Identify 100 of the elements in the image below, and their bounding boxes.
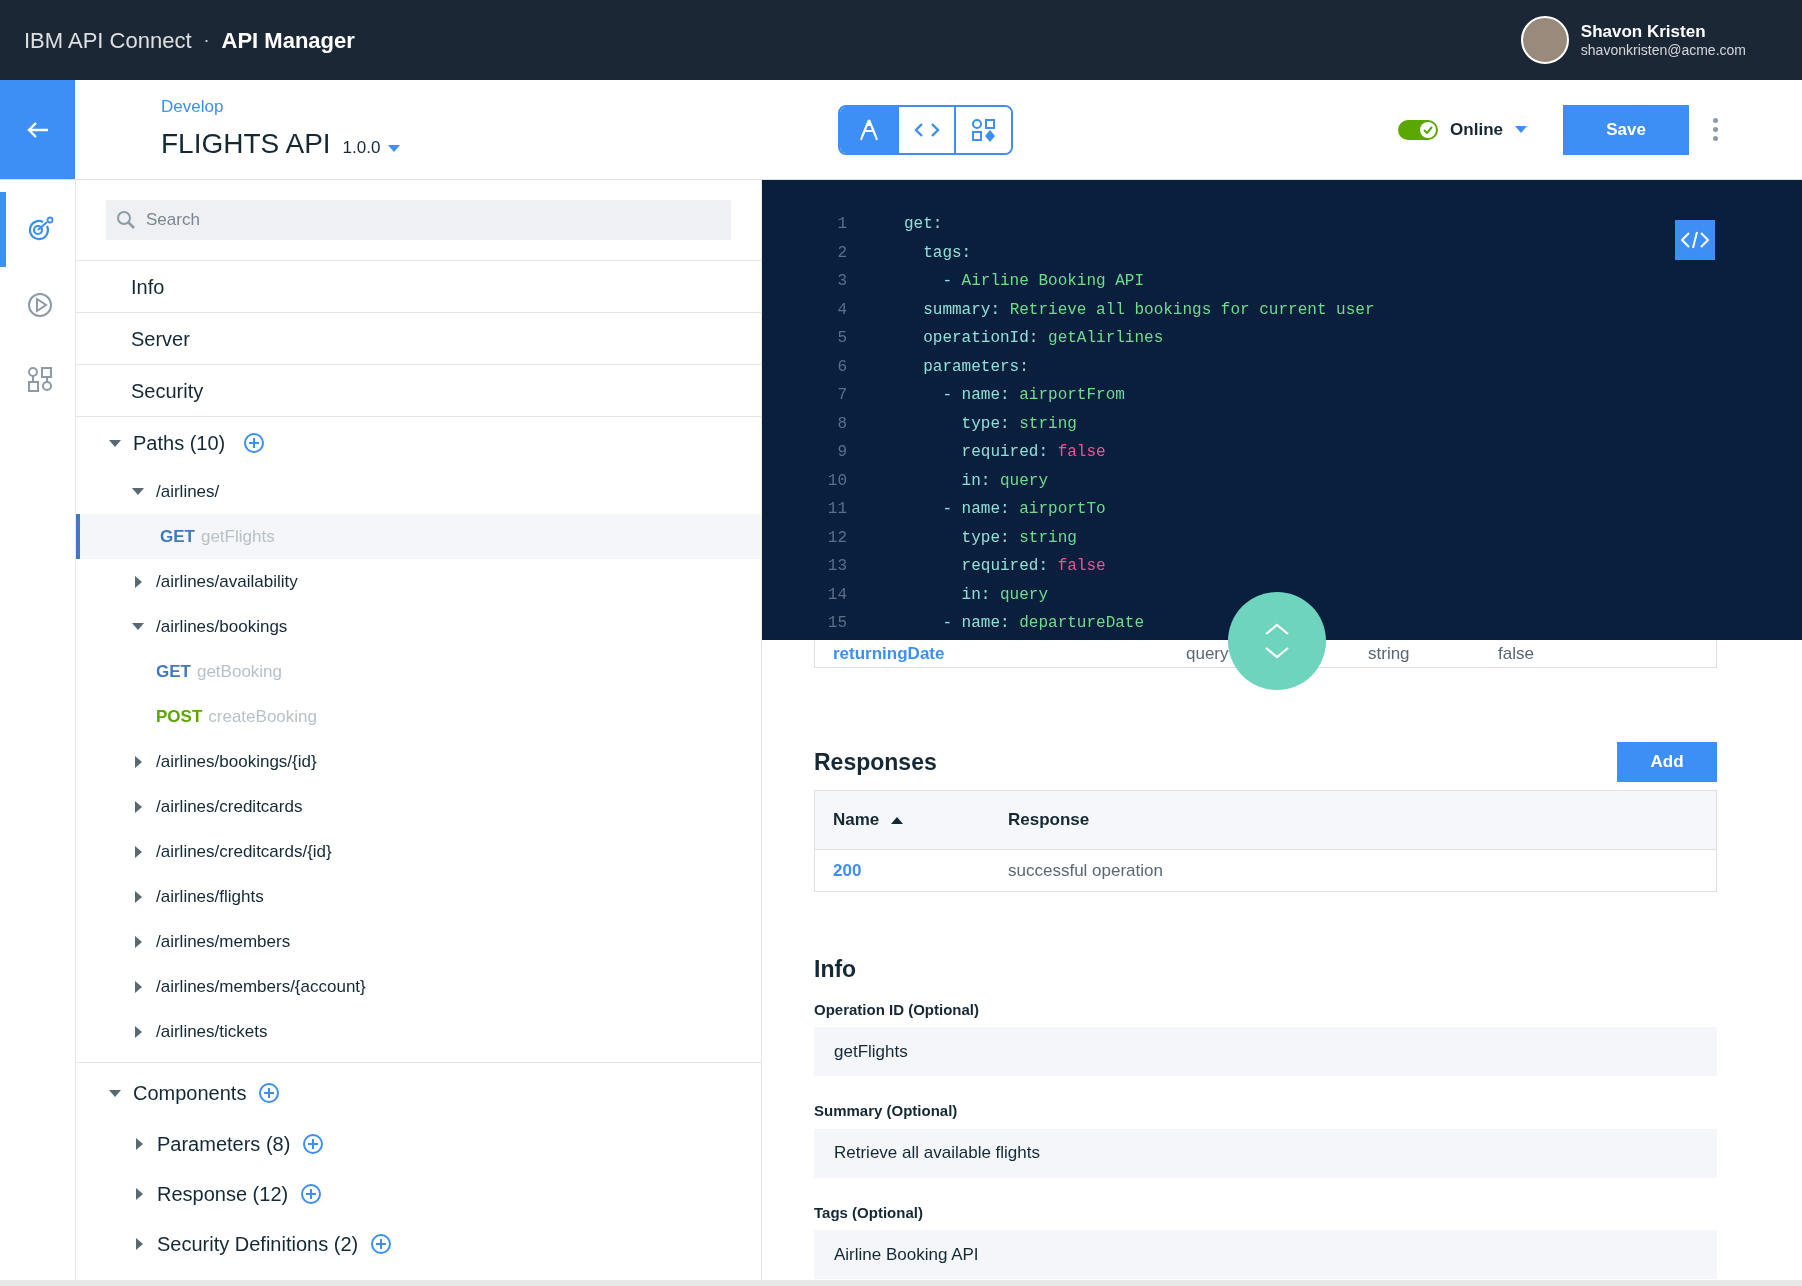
view-mode-tab[interactable] (840, 107, 897, 153)
add-icon[interactable] (302, 1133, 325, 1155)
field-label: Operation ID (Optional) (814, 999, 980, 1020)
code-line: summary: Retrieve all bookings for current user (922, 299, 1375, 321)
nav-section-item[interactable]: Server (76, 313, 761, 365)
title-separator: · (203, 28, 210, 52)
collapsed-caret-icon[interactable] (132, 1025, 144, 1038)
code-icon (1681, 231, 1709, 249)
path-item[interactable]: /airlines/availability (156, 568, 298, 595)
code-line: - name: airportTo (941, 499, 1106, 521)
line-number: 15 (826, 613, 847, 635)
code-line: tags: (922, 242, 972, 264)
text-field[interactable]: Retrieve all available flights (814, 1128, 1717, 1178)
user-name: Shavon Kristen (1580, 20, 1707, 42)
caret-icon (1515, 126, 1527, 133)
collapsed-caret-icon[interactable] (133, 1138, 145, 1150)
version-dropdown[interactable]: 1.0.0 (342, 135, 401, 161)
column-header[interactable]: Name (815, 807, 1008, 833)
path-item[interactable]: /airlines/ (156, 478, 220, 505)
path-item[interactable]: /airlines/members/{account} (156, 973, 366, 1000)
code-line: in: query (960, 584, 1049, 606)
line-number: 4 (836, 299, 847, 321)
collapsed-caret-icon[interactable] (132, 890, 144, 903)
add-icon[interactable] (370, 1233, 393, 1255)
code-line: in: query (960, 470, 1049, 492)
field-label: Summary (Optional) (814, 1101, 959, 1121)
line-number: 11 (826, 499, 847, 521)
nav-group-label[interactable]: Paths (10) (133, 428, 226, 458)
table-cell-text: successful operation (1008, 859, 1163, 882)
line-number: 7 (836, 385, 847, 407)
api-title: FLIGHTS API (161, 127, 331, 162)
nav-section-item[interactable]: Info (76, 261, 761, 313)
search-icon (116, 210, 136, 230)
component-item[interactable]: Security Definitions (2) (157, 1229, 359, 1259)
operation-item[interactable]: GET getBooking (76, 649, 761, 694)
collapsed-caret-icon[interactable] (132, 755, 144, 768)
expanded-caret-icon[interactable] (132, 488, 144, 495)
field-label: Tags (Optional) (814, 1202, 924, 1223)
search-field[interactable]: Search (106, 200, 731, 240)
parameter-required: false (1498, 642, 1534, 665)
app-name: API Manager (221, 26, 355, 55)
add-icon[interactable] (243, 432, 266, 454)
code-editor[interactable] (762, 180, 1802, 640)
component-item[interactable]: Response (12) (157, 1179, 289, 1209)
component-item[interactable]: Parameters (8) (157, 1129, 291, 1159)
add-icon[interactable] (300, 1183, 323, 1205)
pen-nib-icon (859, 119, 878, 141)
nav-group-label[interactable]: Components (133, 1078, 247, 1108)
column-header[interactable]: Response (1008, 807, 1090, 833)
expanded-caret-icon[interactable] (109, 439, 121, 447)
parameter-location: query (1186, 643, 1229, 663)
caret-icon (388, 144, 401, 152)
play-circle-icon (26, 290, 55, 319)
code-line: - Airline Booking API (941, 271, 1145, 293)
source-view-button[interactable] (1675, 220, 1715, 260)
line-number: 10 (826, 470, 847, 492)
expanded-caret-icon[interactable] (109, 1089, 121, 1097)
back-arrow-icon (26, 120, 49, 139)
path-item[interactable]: /airlines/bookings (156, 613, 288, 640)
collapsed-caret-icon[interactable] (132, 575, 144, 588)
add-icon[interactable] (258, 1082, 281, 1104)
collapsed-caret-icon[interactable] (132, 845, 144, 858)
flow-shapes-icon (970, 118, 997, 142)
section-heading: Info (814, 955, 858, 984)
path-item[interactable]: /airlines/members (156, 928, 291, 955)
collapsed-caret-icon[interactable] (133, 1238, 145, 1250)
path-item[interactable]: /airlines/creditcards/{id} (156, 838, 332, 865)
path-item[interactable]: /airlines/creditcards (156, 793, 303, 820)
line-number: 2 (836, 242, 847, 264)
code-line: parameters: (922, 356, 1029, 378)
text-field[interactable]: getFlights (814, 1027, 1717, 1076)
code-line: required: false (960, 556, 1106, 578)
path-item[interactable]: /airlines/flights (156, 883, 264, 910)
code-line: operationId: getAlirlines (922, 328, 1164, 350)
nav-section-item[interactable]: Security (76, 365, 761, 417)
line-number: 12 (826, 527, 847, 549)
view-mode-tab[interactable] (954, 107, 1011, 153)
expanded-caret-icon[interactable] (132, 623, 144, 630)
path-item[interactable]: /airlines/bookings/{id} (156, 748, 317, 775)
code-line: get: (904, 214, 943, 236)
parameter-type: string (1368, 643, 1410, 663)
checkmark-icon (1423, 125, 1434, 134)
collapsed-caret-icon[interactable] (132, 800, 144, 813)
line-number: 3 (836, 271, 847, 293)
line-number: 9 (836, 442, 847, 464)
operation-item[interactable]: GET getFlights (76, 514, 761, 559)
code-line: - name: departureDate (941, 613, 1145, 635)
product-name: IBM API Connect (24, 26, 192, 55)
collapsed-caret-icon[interactable] (132, 935, 144, 948)
text-field[interactable]: Airline Booking API (814, 1230, 1717, 1279)
line-number: 6 (836, 356, 847, 378)
code-line: required: false (960, 442, 1106, 464)
line-number: 14 (826, 584, 847, 606)
collapsed-caret-icon[interactable] (132, 980, 144, 993)
path-item[interactable]: /airlines/tickets (156, 1018, 268, 1045)
avatar[interactable] (1520, 16, 1569, 64)
line-number: 1 (836, 214, 847, 236)
online-toggle[interactable]: Online (1398, 116, 1527, 143)
flow-shapes-icon (26, 365, 55, 394)
collapsed-caret-icon[interactable] (133, 1188, 145, 1200)
